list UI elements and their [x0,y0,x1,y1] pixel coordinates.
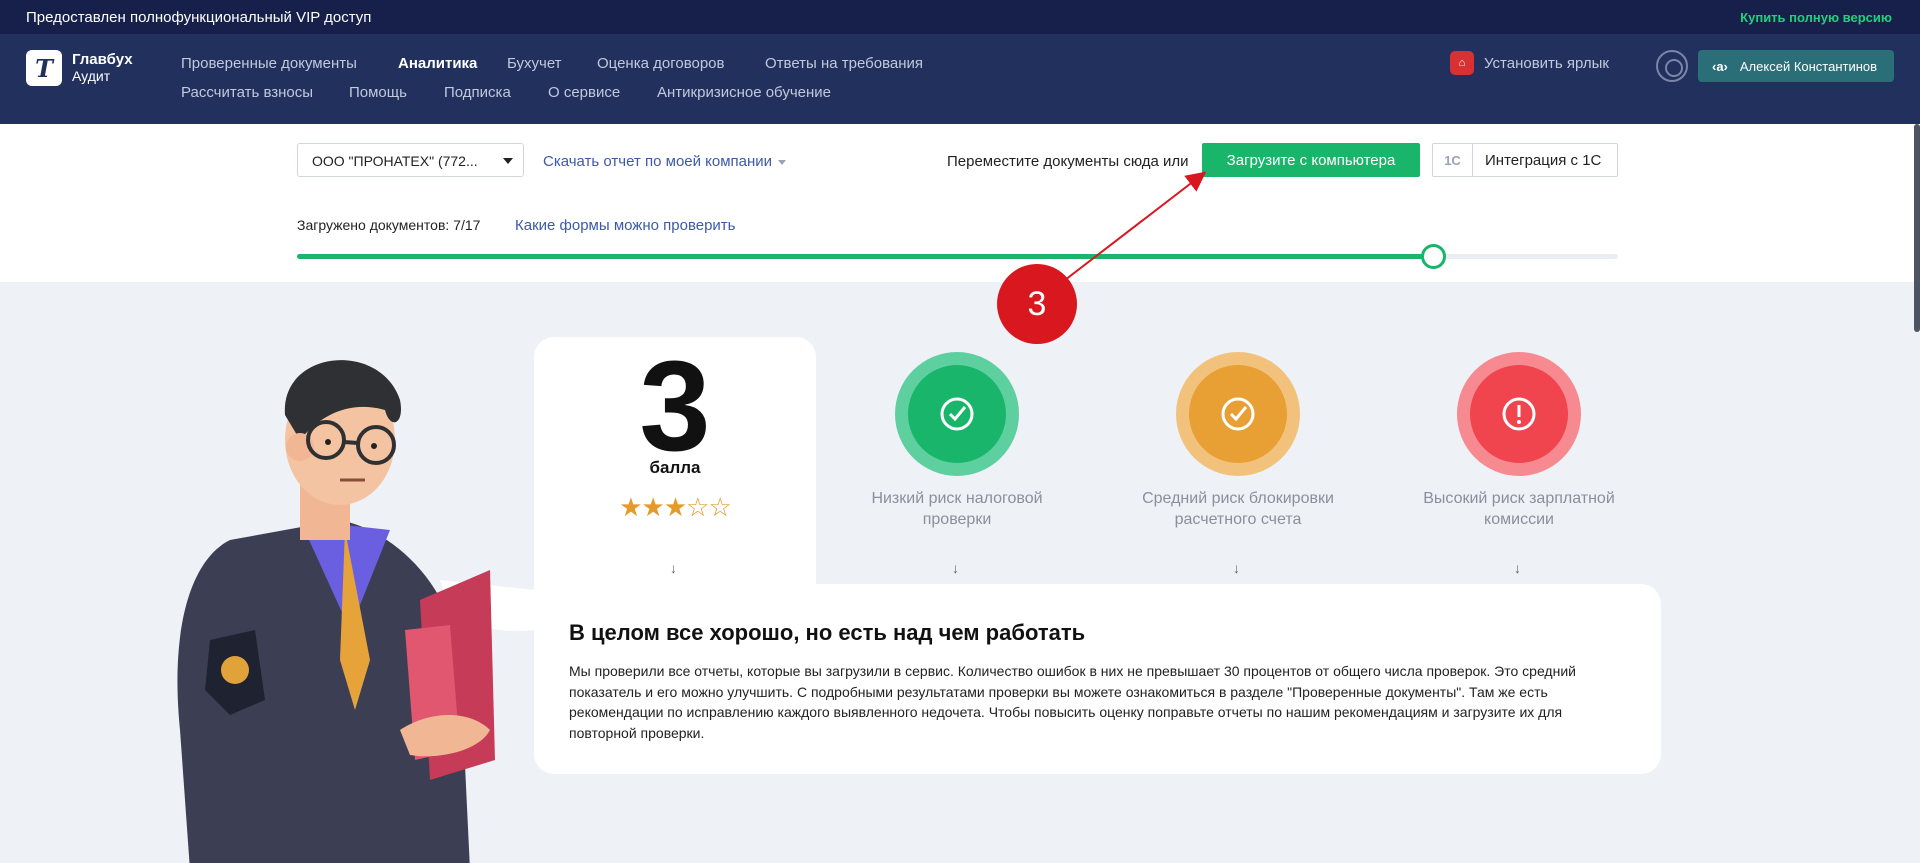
risk-label: Средний риск блокировки расчетного счета [1142,490,1334,528]
result-description: Мы проверили все отчеты, которые вы загр… [569,663,1576,741]
risk-label: Низкий риск налоговой проверки [871,490,1043,528]
annotation-step-badge: 3 [997,264,1077,344]
star-rating: ★★★☆☆ [534,492,816,523]
star-filled-icon: ★ [619,492,642,522]
star-filled-icon: ★ [663,492,687,522]
risk-tax-inspection: Низкий риск налоговой проверки [837,352,1077,530]
star-empty-icon: ☆ [708,492,731,522]
risk-halo [1457,352,1581,476]
risk-label: Высокий риск зарплатной комиссии [1423,490,1615,528]
arrow-down-icon: ↓ [1514,560,1521,576]
check-icon [1189,365,1287,463]
risk-halo [895,352,1019,476]
star-empty-icon: ☆ [686,492,709,522]
result-title: В целом все хорошо, но есть над чем рабо… [569,620,1086,645]
arrow-down-icon: ↓ [1233,560,1240,576]
inspector-illustration [177,360,535,863]
star-filled-icon: ★ [641,492,665,522]
score-value: 3 [639,335,711,478]
arrow-down-icon: ↓ [670,560,677,576]
exclamation-icon [1470,365,1568,463]
score-unit: балла [649,458,701,477]
risk-halo [1176,352,1300,476]
check-icon [908,365,1006,463]
risk-salary-commission: Высокий риск зарплатной комиссии [1399,352,1639,530]
arrow-down-icon: ↓ [952,560,959,576]
risk-account-blocking: Средний риск блокировки расчетного счета [1118,352,1358,530]
